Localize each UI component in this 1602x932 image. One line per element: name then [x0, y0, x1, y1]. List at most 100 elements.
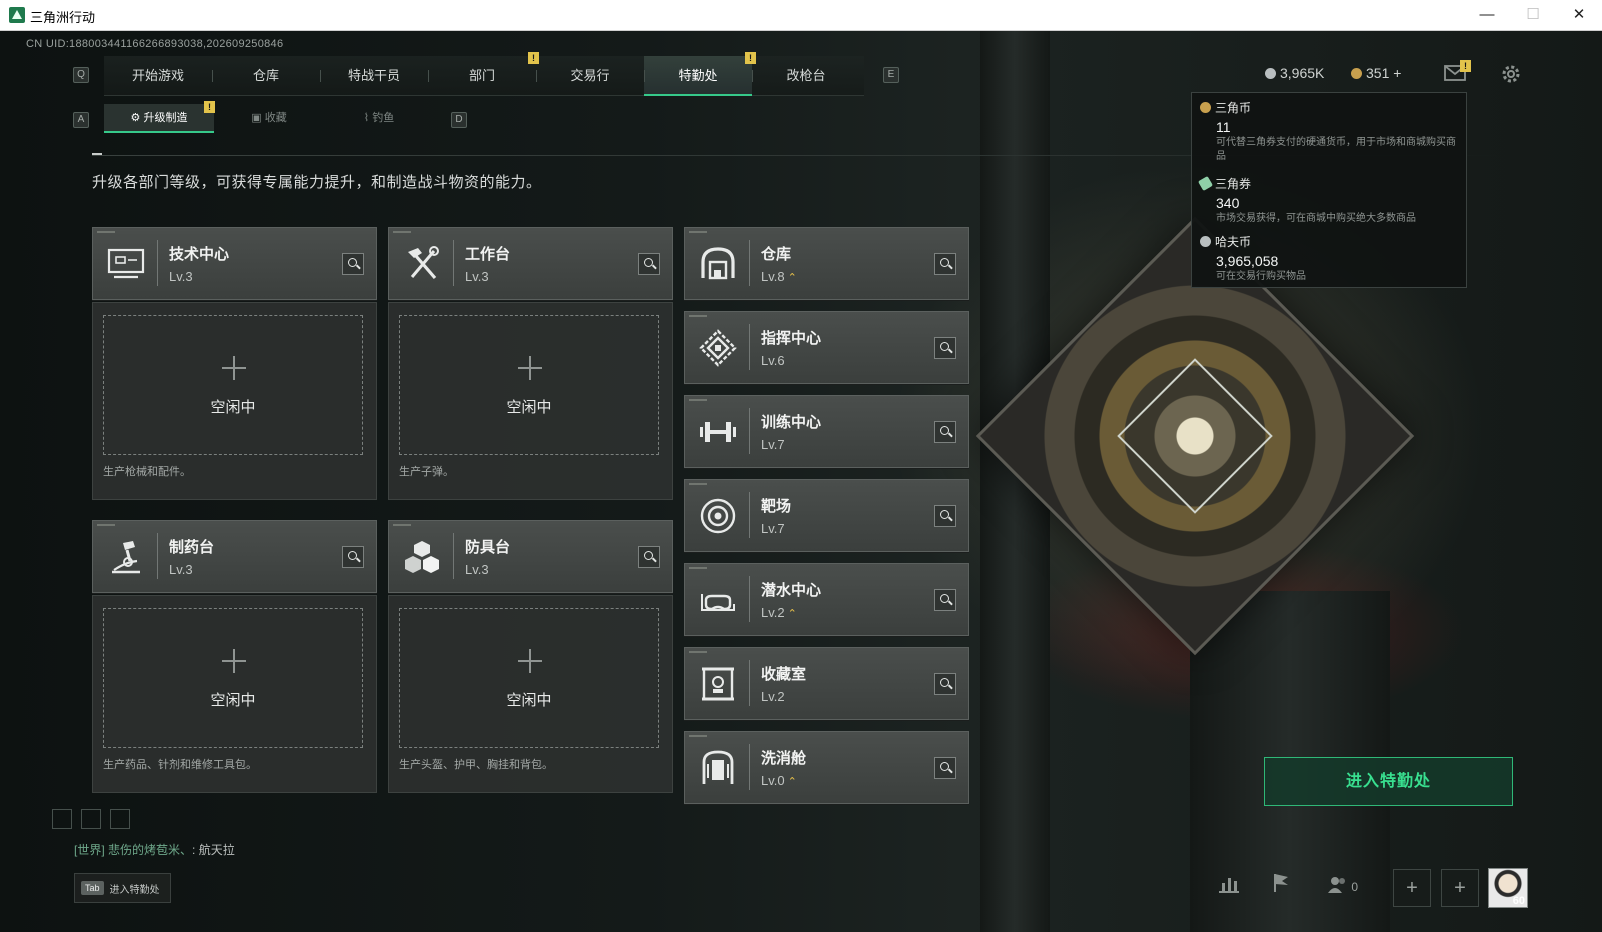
facility-level: Lv.3: [169, 562, 193, 577]
tab-hint-button[interactable]: Tab 进入特勤处: [74, 873, 171, 903]
facility-card-workbench[interactable]: 工作台 Lv.3: [388, 227, 673, 300]
special-ops-notice-badge: !: [745, 52, 756, 64]
add-teammate-button[interactable]: +: [1441, 869, 1479, 907]
stats-chart-icon[interactable]: [1210, 869, 1248, 907]
search-icon[interactable]: [638, 253, 660, 275]
search-icon[interactable]: [342, 546, 364, 568]
production-slot[interactable]: 空闲中: [103, 315, 363, 455]
friends-count: 0: [1351, 880, 1359, 894]
facility-card-tech-center[interactable]: 技术中心 Lv.3: [92, 227, 377, 300]
production-desc: 生产子弹。: [399, 466, 454, 478]
production-panel-workbench: 空闲中 生产子弹。: [388, 302, 673, 500]
plus-icon: [518, 356, 542, 380]
department-card-diving-center[interactable]: 潜水中心 Lv.2 ⌃: [684, 563, 969, 636]
card-corner-tag: [97, 524, 115, 526]
search-icon[interactable]: [342, 253, 364, 275]
search-icon[interactable]: [934, 673, 956, 695]
facility-card-armor-bench[interactable]: 防具台 Lv.3: [388, 520, 673, 593]
tab-warehouse[interactable]: 仓库: [212, 56, 320, 96]
facility-level: Lv.3: [465, 269, 489, 284]
production-slot[interactable]: 空闲中: [399, 608, 659, 748]
tooltip-item-value: 3,965,058: [1216, 253, 1279, 269]
card-corner-tag: [393, 524, 411, 526]
department-card-command-center[interactable]: 指挥中心 Lv.6: [684, 311, 969, 384]
department-card-decon-chamber[interactable]: 洗消舱 Lv.0 ⌃: [684, 731, 969, 804]
department-card-collection-room[interactable]: 收藏室 Lv.2: [684, 647, 969, 720]
facility-card-pharmacy[interactable]: 制药台 Lv.3: [92, 520, 377, 593]
slot-status: 空闲中: [210, 399, 256, 416]
tooltip-item-name: 三角币: [1215, 101, 1252, 115]
search-icon[interactable]: [934, 421, 956, 443]
card-separator: [157, 240, 158, 286]
subnav-prev-key[interactable]: A: [73, 112, 89, 128]
card-corner-tag: [689, 231, 707, 233]
search-icon[interactable]: [934, 253, 956, 275]
department-card-warehouse[interactable]: 仓库 Lv.8 ⌃: [684, 227, 969, 300]
department-card-training-center[interactable]: 训练中心 Lv.7: [684, 395, 969, 468]
add-teammate-button[interactable]: +: [1393, 869, 1431, 907]
card-separator: [749, 660, 750, 706]
haf-coin-icon: [1200, 236, 1211, 247]
nav-prev-key[interactable]: Q: [73, 67, 89, 83]
tab-operators[interactable]: 特战干员: [320, 56, 428, 96]
tab-gunsmith[interactable]: 改枪台: [752, 56, 860, 96]
search-icon[interactable]: [934, 757, 956, 779]
department-name: 指挥中心: [761, 330, 822, 347]
craft-notice-badge: !: [204, 101, 215, 113]
search-icon[interactable]: [934, 337, 956, 359]
enter-special-ops-button[interactable]: 进入特勤处: [1264, 757, 1513, 806]
card-corner-tag: [689, 735, 707, 737]
plus-icon: +: [1406, 877, 1418, 899]
player-uid: CN UID:18800344116626689303​8,2026092508…: [26, 38, 284, 50]
subtab-upgrade-craft[interactable]: ⚙ 升级制造: [104, 104, 214, 133]
search-icon[interactable]: [934, 589, 956, 611]
production-slot[interactable]: 空闲中: [399, 315, 659, 455]
minimize-button[interactable]: —: [1464, 0, 1510, 31]
tab-start-game[interactable]: 开始游戏: [104, 56, 212, 96]
chat-line[interactable]: [世界] 悲伤的烤苞米、: 航天拉: [74, 841, 235, 858]
subnav-next-key[interactable]: D: [451, 112, 467, 128]
subtab-upgrade-craft-label: 升级制造: [143, 112, 188, 124]
production-slot[interactable]: 空闲中: [103, 608, 363, 748]
card-separator: [157, 533, 158, 579]
search-icon[interactable]: [638, 546, 660, 568]
production-desc: 生产药品、针剂和维修工具包。: [103, 759, 257, 771]
card-separator: [453, 533, 454, 579]
player-avatar[interactable]: 60: [1488, 868, 1528, 908]
tab-special-ops[interactable]: 特勤处: [644, 56, 752, 96]
subtab-fishing[interactable]: ⌇ 钓鱼: [324, 104, 434, 133]
card-corner-tag: [689, 315, 707, 317]
add-currency-button[interactable]: +: [1393, 65, 1401, 81]
department-level: Lv.6: [761, 353, 785, 368]
triangle-coin-balance[interactable]: 351 +: [1351, 65, 1401, 81]
command-icon: [695, 324, 741, 372]
upgrade-arrow-icon: ⌃: [787, 608, 797, 620]
flag-icon[interactable]: [1262, 869, 1300, 907]
facility-level: Lv.3: [169, 269, 193, 284]
card-corner-tag: [689, 399, 707, 401]
upgrade-arrow-icon: ⌃: [787, 272, 797, 284]
target-icon: [695, 492, 741, 540]
gear-icon[interactable]: [1500, 63, 1522, 85]
chat-channel: [世界]: [74, 843, 105, 857]
player-level: 60: [1512, 895, 1525, 907]
collection-icon: [695, 660, 741, 708]
tab-trading[interactable]: 交易行: [536, 56, 644, 96]
quick-slot[interactable]: [52, 809, 72, 829]
tooltip-item-name-row: 三角券: [1197, 175, 1462, 192]
department-card-shooting-range[interactable]: 靶场 Lv.7: [684, 479, 969, 552]
maximize-button[interactable]: ☐: [1510, 0, 1556, 31]
haf-coin-balance[interactable]: 3,965K: [1265, 65, 1324, 81]
collection-icon: ▣: [251, 112, 265, 124]
close-button[interactable]: ✕: [1556, 0, 1602, 31]
department-name: 仓库: [761, 246, 792, 263]
chat-separator: :: [192, 843, 196, 857]
friends-button[interactable]: 0: [1318, 869, 1368, 907]
quick-slot[interactable]: [110, 809, 130, 829]
tab-department[interactable]: 部门: [428, 56, 536, 96]
quick-slot[interactable]: [81, 809, 101, 829]
subtab-collection[interactable]: ▣ 收藏: [214, 104, 324, 133]
nav-next-key[interactable]: E: [883, 67, 899, 83]
search-icon[interactable]: [934, 505, 956, 527]
craft-icon: ⚙: [130, 112, 144, 124]
